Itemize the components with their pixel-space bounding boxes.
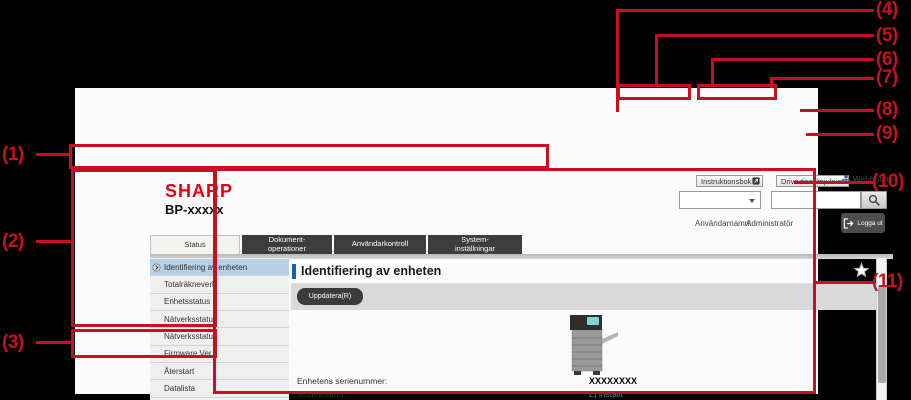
search-button[interactable] bbox=[861, 191, 887, 209]
callout-8: (8) bbox=[876, 100, 898, 120]
scrollbar-thumb[interactable] bbox=[878, 285, 886, 383]
sidebar-item-label: Datalista bbox=[164, 384, 195, 393]
favorite-star-icon[interactable] bbox=[853, 262, 870, 279]
callout-line-8 bbox=[800, 109, 874, 112]
logout-icon bbox=[843, 218, 854, 229]
callout-box-main bbox=[213, 168, 816, 394]
callout-line-5 bbox=[655, 34, 874, 37]
search-icon bbox=[868, 194, 881, 207]
callout-line-5v bbox=[655, 34, 658, 85]
callout-line-11 bbox=[816, 281, 874, 284]
callout-box-tabs bbox=[69, 144, 549, 169]
callout-1: (1) bbox=[2, 145, 24, 165]
callout-2: (2) bbox=[2, 232, 24, 252]
figure-canvas: SHARP BP-xxxxx Instruktionsbok Drivrutin… bbox=[0, 0, 911, 400]
callout-11: (11) bbox=[872, 272, 903, 292]
callout-3: (3) bbox=[2, 333, 24, 353]
callout-line-6v bbox=[711, 58, 714, 85]
callout-line-2 bbox=[36, 240, 71, 243]
callout-line-3 bbox=[36, 341, 71, 344]
callout-box-custom-link bbox=[71, 329, 217, 358]
callout-line-4v bbox=[616, 9, 619, 112]
callout-box-sidebar bbox=[71, 169, 217, 327]
callout-line-10 bbox=[794, 181, 874, 184]
logout-button[interactable]: Logga ut bbox=[841, 213, 885, 233]
callout-box-drivers bbox=[697, 84, 777, 100]
callout-4: (4) bbox=[876, 0, 898, 20]
callout-line-1 bbox=[36, 153, 69, 156]
callout-line-7v bbox=[770, 77, 773, 88]
callout-box-manual bbox=[617, 84, 691, 100]
callout-line-7 bbox=[770, 77, 874, 80]
callout-line-4 bbox=[616, 9, 874, 12]
sidebar-item-label: Återstart bbox=[164, 367, 194, 376]
callout-10: (10) bbox=[872, 172, 904, 192]
callout-5: (5) bbox=[876, 26, 898, 46]
callout-7: (7) bbox=[876, 68, 898, 88]
callout-line-9 bbox=[806, 133, 874, 136]
logout-button-label: Logga ut bbox=[857, 220, 882, 227]
callout-9: (9) bbox=[876, 124, 898, 144]
callout-line-6 bbox=[711, 58, 874, 61]
